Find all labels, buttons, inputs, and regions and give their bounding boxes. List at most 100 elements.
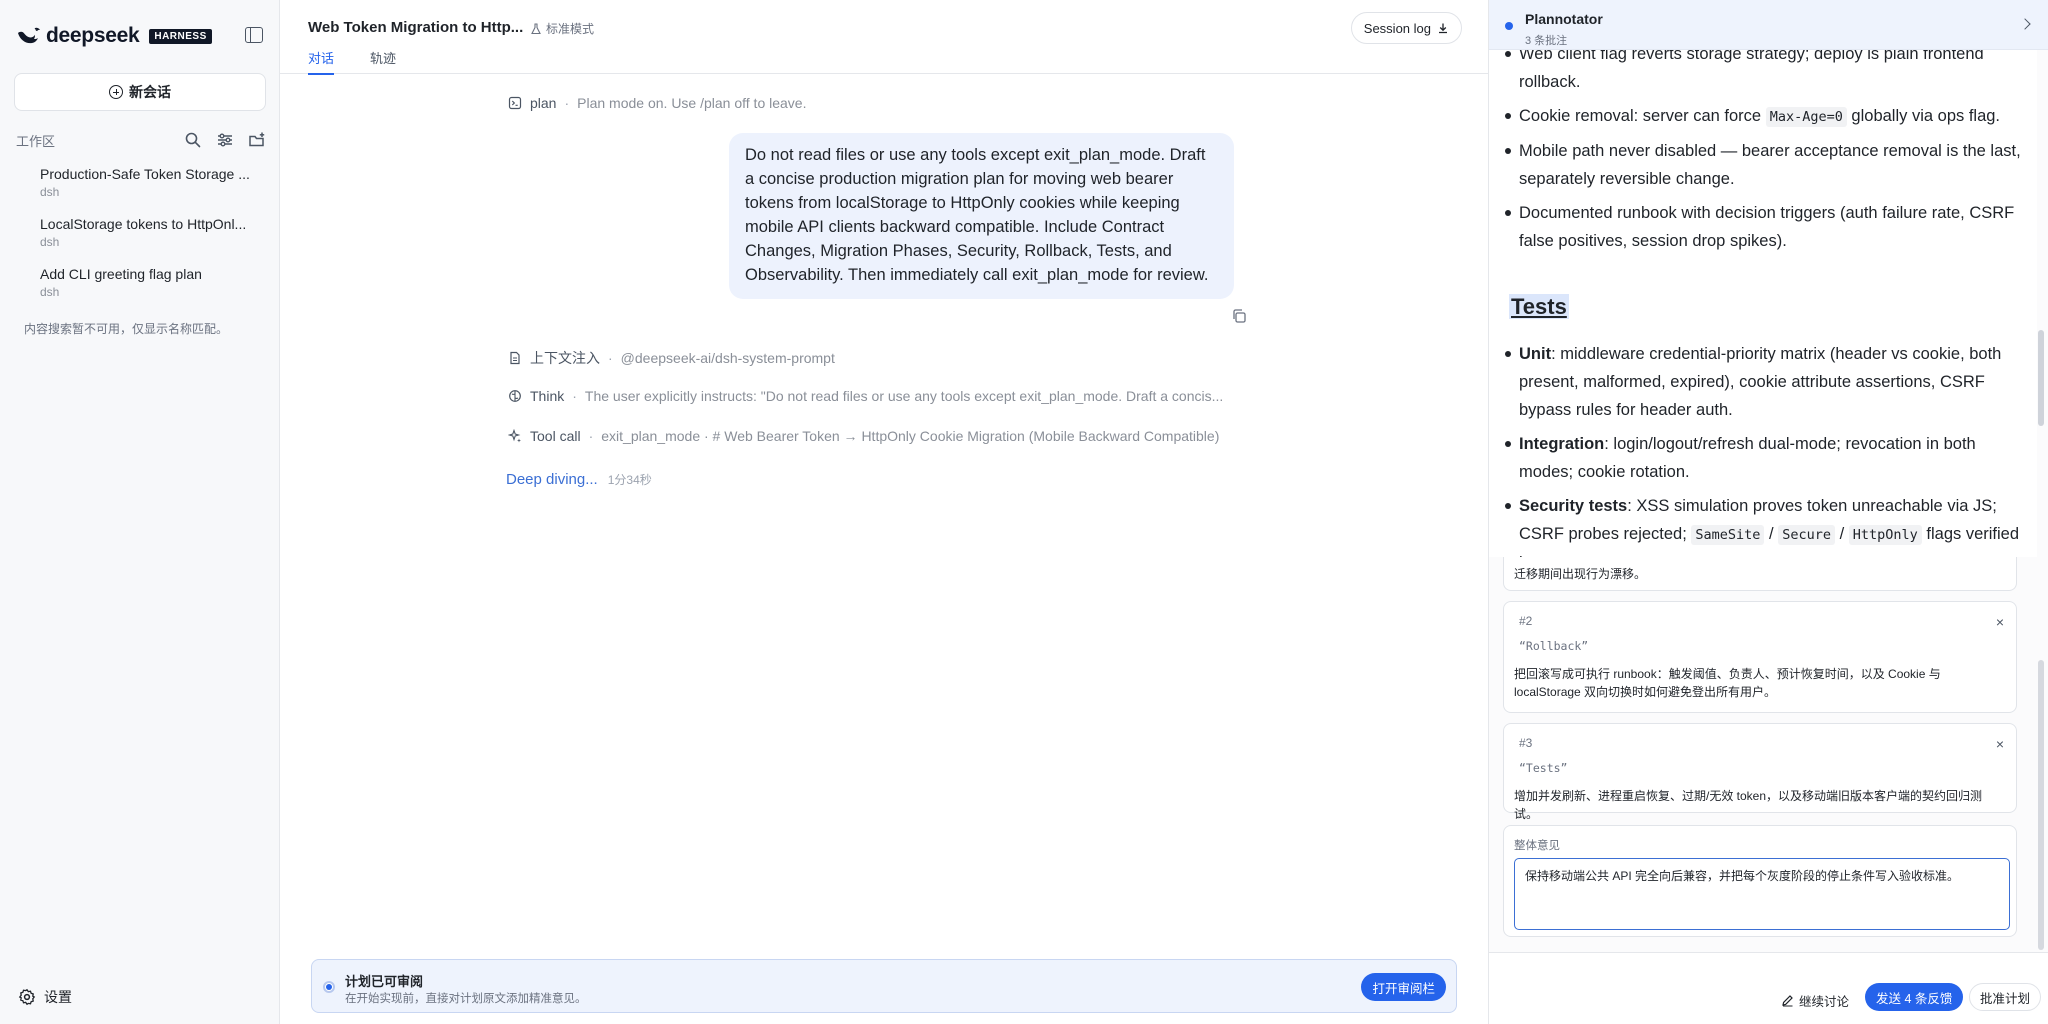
status-dot-icon: [323, 981, 335, 993]
annotation-card[interactable]: #3 × “Tests” 增加并发刷新、进程重启恢复、过期/无效 token，以…: [1503, 723, 2017, 821]
copy-icon[interactable]: [1231, 308, 1247, 324]
close-icon[interactable]: ×: [1996, 736, 2004, 752]
annotation-card[interactable]: #2 × “Rollback” 把回滚写成可执行 runbook：触发阈值、负责…: [1503, 601, 2017, 713]
annotation-card[interactable]: 迁移期间出现行为漂移。: [1503, 557, 2017, 591]
filter-sliders-icon[interactable]: [216, 131, 234, 149]
session-log-label: Session log: [1363, 20, 1431, 36]
new-folder-icon[interactable]: [248, 131, 266, 149]
terminal-icon: [508, 96, 522, 110]
brand-badge: HARNESS: [149, 28, 212, 44]
session-item[interactable]: Production-Safe Token Storage ... dsh: [40, 166, 266, 216]
list-bold: Security tests: [1519, 497, 1628, 515]
whale-logo-icon: [18, 27, 40, 44]
think-step[interactable]: Think · The user explicitly instructs: "…: [508, 388, 1223, 404]
plan-mode-line: plan · Plan mode on. Use /plan off to le…: [508, 95, 806, 111]
step-value: @deepseek-ai/dsh-system-prompt: [620, 350, 835, 366]
session-item[interactable]: LocalStorage tokens to HttpOnl... dsh: [40, 216, 266, 266]
annotation-body: 增加并发刷新、进程重启恢复、过期/无效 token，以及移动端旧版本客户端的契约…: [1514, 789, 1983, 821]
overall-feedback: 整体意见: [1503, 825, 2017, 937]
tool-call-step[interactable]: Tool call · exit_plan_mode · # Web Beare…: [508, 428, 1219, 444]
sparkle-icon: [508, 429, 521, 443]
user-message: Do not read files or use any tools excep…: [729, 133, 1234, 299]
settings-label: 设置: [44, 989, 72, 1005]
annotation-quote: “Rollback”: [1519, 639, 1589, 653]
list-text: : middleware credential-priority matrix …: [1519, 345, 2002, 419]
approve-plan-button[interactable]: 批准计划: [1969, 983, 2042, 1011]
session-item[interactable]: Add CLI greeting flag plan dsh: [40, 266, 266, 316]
search-icon[interactable]: [184, 131, 202, 149]
list-item: Security tests: XSS simulation proves to…: [1489, 492, 2029, 557]
mode-label: 标准模式: [546, 22, 595, 36]
tab-bar: 对话 轨迹: [308, 48, 396, 75]
panel-actions: 继续讨论 发送 4 条反馈 批准计划: [1489, 952, 2048, 1024]
sidebar: deepseek HARNESS 新会话 工作区 Production-Safe…: [0, 0, 280, 1024]
document-icon: [510, 351, 520, 365]
annotation-quote: “Tests”: [1519, 761, 1568, 775]
session-workspace: dsh: [40, 285, 60, 299]
code-separator: /: [1839, 525, 1845, 543]
status-dot-icon: [1505, 22, 1513, 30]
annotation-number: #2: [1519, 614, 1533, 628]
review-subtitle: 在开始实现前，直接对计划原文添加精准意见。: [345, 993, 587, 1005]
open-review-button[interactable]: 打开审阅栏: [1361, 973, 1446, 1001]
session-workspace: dsh: [40, 235, 60, 249]
list-bold: Unit: [1519, 345, 1552, 363]
annotation-count: 3 条批注: [1525, 35, 1568, 47]
deep-diving-label: Deep diving...: [506, 471, 598, 488]
inline-code: Secure: [1778, 525, 1835, 545]
settings-button[interactable]: 设置: [18, 987, 72, 1007]
tab-conversation[interactable]: 对话: [308, 48, 335, 75]
session-title: Production-Safe Token Storage ...: [40, 166, 250, 182]
list-item: Web client flag reverts storage strategy…: [1489, 50, 2029, 96]
annotation-body: 把回滚写成可执行 runbook：触发阈值、负责人、预计恢复时间，以及 Cook…: [1514, 667, 1941, 699]
plannotator-panel: Plannotator 3 条批注 Web client flag revert…: [1488, 0, 2048, 1024]
session-workspace: dsh: [40, 185, 60, 199]
plan-text: Plan mode on. Use /plan off to leave.: [577, 95, 807, 111]
session-log-button[interactable]: Session log: [1350, 12, 1462, 44]
send-feedback-button[interactable]: 发送 4 条反馈: [1865, 983, 1964, 1011]
gear-icon: [18, 988, 36, 1006]
tests-heading[interactable]: Tests: [1509, 294, 1569, 320]
continue-discussion-button[interactable]: 继续讨论: [1781, 991, 1849, 1010]
list-item: Mobile path never disabled — bearer acce…: [1489, 137, 2029, 193]
inline-code: SameSite: [1691, 525, 1765, 545]
session-title: Add CLI greeting flag plan: [40, 266, 202, 282]
overall-feedback-input[interactable]: [1514, 858, 2010, 930]
list-item: Integration: login/logout/refresh dual-m…: [1489, 430, 2029, 486]
review-title: 计划已可审阅: [345, 974, 424, 989]
rollback-list: Web client flag reverts storage strategy…: [1489, 50, 2029, 255]
mode-chip[interactable]: 标准模式: [530, 20, 594, 37]
download-icon: [1439, 23, 1447, 34]
plan-document[interactable]: Web client flag reverts storage strategy…: [1489, 50, 2037, 557]
separator-dot: ·: [572, 388, 577, 404]
panel-header[interactable]: Plannotator 3 条批注: [1489, 0, 2048, 50]
workspace-label: 工作区: [16, 133, 56, 149]
conversation-pane: Web Token Migration to Http... 标准模式 Sess…: [280, 0, 1488, 1024]
brand[interactable]: deepseek HARNESS: [16, 24, 212, 48]
new-chat-button[interactable]: 新会话: [14, 73, 266, 111]
search-note: 内容搜索暂不可用，仅显示名称匹配。: [24, 322, 229, 336]
list-text: globally via ops flag.: [1846, 107, 2001, 125]
annotation-scrollbar[interactable]: [2038, 660, 2044, 950]
separator-dot: ·: [588, 428, 594, 444]
sidebar-toggle-icon[interactable]: [245, 27, 263, 43]
conversation-header: Web Token Migration to Http... 标准模式 Sess…: [280, 0, 1488, 75]
pencil-icon: [1782, 995, 1793, 1007]
step-tag: Tool call: [530, 428, 581, 444]
elapsed-time: 1分34秒: [607, 473, 652, 487]
panel-title: Plannotator: [1525, 11, 1603, 27]
inline-code: HttpOnly: [1848, 525, 1922, 545]
separator-dot: ·: [608, 350, 613, 366]
step-tag: Think: [530, 388, 565, 404]
review-banner: 计划已可审阅 在开始实现前，直接对计划原文添加精准意见。 打开审阅栏: [311, 959, 1457, 1013]
tab-trace[interactable]: 轨迹: [370, 48, 396, 75]
close-icon[interactable]: ×: [1996, 614, 2004, 630]
document-scrollbar[interactable]: [2038, 330, 2044, 426]
context-injection-step[interactable]: 上下文注入 · @deepseek-ai/dsh-system-prompt: [508, 348, 835, 368]
chevron-right-icon[interactable]: [2019, 18, 2031, 30]
continue-discussion-label: 继续讨论: [1799, 995, 1850, 1009]
separator-dot: ·: [564, 95, 570, 111]
plus-circle-icon: [109, 85, 123, 99]
brand-name: deepseek: [46, 24, 140, 47]
list-bold: Integration: [1519, 435, 1605, 453]
